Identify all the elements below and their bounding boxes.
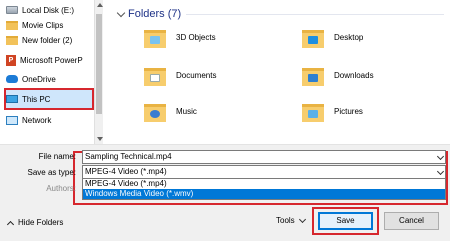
scroll-down-arrow-icon[interactable] [97, 137, 103, 141]
folder-tile-desktop[interactable]: Desktop [302, 26, 363, 48]
folder-icon [6, 20, 18, 30]
save-as-type-value: MPEG-4 Video (*.mp4) [85, 167, 167, 176]
folder-tile-downloads[interactable]: Downloads [302, 64, 374, 86]
nav-item-movie-clips[interactable]: Movie Clips [6, 18, 63, 32]
nav-item-label: New folder (2) [22, 35, 73, 45]
folder-tile-documents[interactable]: Documents [144, 64, 216, 86]
chevron-down-icon [298, 215, 306, 223]
powerpoint-icon: P [6, 54, 16, 66]
hide-folders-button[interactable]: Hide Folders [6, 218, 64, 228]
chevron-down-icon[interactable] [436, 167, 445, 176]
folders-section-title: Folders (7) [128, 8, 182, 20]
downloads-folder-icon [302, 64, 324, 86]
nav-item-new-folder-2[interactable]: New folder (2) [6, 33, 72, 47]
chevron-down-icon[interactable] [436, 152, 445, 161]
onedrive-icon [6, 75, 18, 83]
network-icon [6, 115, 18, 125]
this-pc-icon [6, 95, 18, 103]
folder-icon [6, 35, 18, 45]
chevron-up-icon [6, 220, 15, 228]
section-divider [186, 14, 444, 15]
hide-folders-label: Hide Folders [18, 218, 64, 227]
desktop-folder-icon [302, 26, 324, 48]
nav-item-label: Network [22, 115, 52, 125]
save-as-type-dropdown-list[interactable]: MPEG-4 Video (*.mp4) Windows Media Video… [82, 178, 446, 200]
folder-tile-label: Documents [176, 70, 217, 80]
documents-folder-icon [144, 64, 166, 86]
file-name-value: Sampling Technical.mp4 [85, 152, 172, 161]
authors-label: Authors: [46, 184, 76, 193]
nav-item-label: This PC [22, 94, 51, 104]
nav-item-this-pc[interactable]: This PC [6, 92, 50, 106]
nav-item-label: Local Disk (E:) [22, 5, 75, 15]
3d-objects-folder-icon [144, 26, 166, 48]
folder-tile-label: Desktop [334, 32, 364, 42]
pictures-folder-icon [302, 100, 324, 122]
save-as-type-label: Save as type: [27, 168, 76, 177]
nav-item-label: Movie Clips [22, 20, 64, 30]
drive-icon [6, 6, 18, 14]
folder-tile-label: Music [176, 106, 197, 116]
tools-label: Tools [276, 216, 295, 225]
file-name-label: File name: [38, 152, 76, 161]
music-folder-icon [144, 100, 166, 122]
folder-view: Folders (7) 3D Objects Desktop Documents… [104, 0, 450, 144]
nav-scrollbar[interactable] [94, 0, 103, 144]
folder-tile-label: 3D Objects [176, 32, 216, 42]
folder-tile-label: Pictures [334, 106, 363, 116]
scroll-thumb[interactable] [96, 14, 102, 114]
type-option-wmv[interactable]: Windows Media Video (*.wmv) [83, 189, 445, 199]
scroll-up-arrow-icon[interactable] [97, 3, 103, 7]
cancel-button[interactable]: Cancel [384, 212, 439, 230]
folder-tile-pictures[interactable]: Pictures [302, 100, 363, 122]
folder-tile-3d-objects[interactable]: 3D Objects [144, 26, 216, 48]
navigation-pane: Local Disk (E:) Movie Clips New folder (… [0, 0, 94, 144]
nav-item-label: OneDrive [22, 74, 56, 84]
chevron-down-icon [116, 8, 126, 17]
tools-menu-button[interactable]: Tools [276, 215, 306, 225]
save-button[interactable]: Save [318, 212, 373, 230]
folder-tile-music[interactable]: Music [144, 100, 197, 122]
nav-item-onedrive[interactable]: OneDrive [6, 72, 56, 86]
nav-item-microsoft-powerpoint[interactable]: P Microsoft PowerP [6, 53, 83, 67]
nav-item-local-disk-e[interactable]: Local Disk (E:) [6, 3, 74, 17]
nav-item-network[interactable]: Network [6, 113, 51, 127]
folder-tile-label: Downloads [334, 70, 374, 80]
file-name-input[interactable]: Sampling Technical.mp4 [82, 150, 446, 164]
folders-section-header[interactable]: Folders (7) [116, 8, 182, 20]
type-option-mp4[interactable]: MPEG-4 Video (*.mp4) [83, 179, 445, 189]
nav-item-label: Microsoft PowerP [20, 55, 83, 65]
save-as-type-select[interactable]: MPEG-4 Video (*.mp4) [82, 165, 446, 179]
